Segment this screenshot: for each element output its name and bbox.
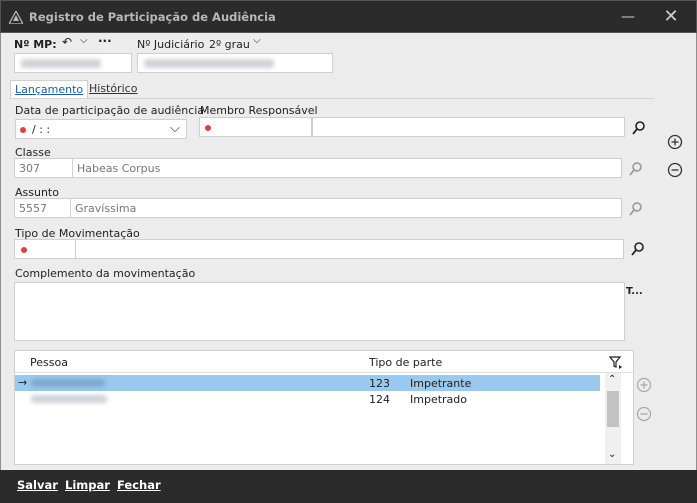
data-label: Data de participação de audiência <box>15 104 205 117</box>
undo-icon[interactable]: ↶ <box>62 35 72 49</box>
judiciario-label: Nº Judiciário <box>137 38 205 51</box>
add-circle-icon[interactable] <box>667 134 683 150</box>
scroll-down-icon[interactable]: ⌄ <box>608 449 616 460</box>
col-header-pessoa[interactable]: Pessoa <box>30 356 68 369</box>
row-tipo: Impetrado <box>410 393 467 406</box>
fechar-button[interactable]: Fechar <box>117 478 161 492</box>
grau-label: 2º grau <box>209 38 250 51</box>
table-row[interactable]: → 123 Impetrante <box>15 375 600 391</box>
grau-dropdown-icon[interactable]: ⌵ <box>253 35 261 46</box>
text-format-button[interactable]: T... <box>626 286 643 297</box>
complemento-textarea[interactable] <box>14 282 625 341</box>
search-membro-icon[interactable] <box>631 120 647 136</box>
filter-icon[interactable] <box>609 355 623 369</box>
mp-label: Nº MP: <box>14 38 57 51</box>
classe-code-field: 307 <box>14 158 73 178</box>
tab-historico[interactable]: Histórico <box>85 80 141 98</box>
grid-header: Pessoa Tipo de parte <box>15 351 633 373</box>
complemento-label: Complemento da movimentação <box>15 267 196 280</box>
assunto-name-field: Gravíssima <box>70 198 622 218</box>
judiciario-number-field[interactable] <box>137 53 333 73</box>
search-tipo-movimentacao-icon[interactable] <box>630 241 646 257</box>
salvar-button[interactable]: Salvar <box>17 478 58 492</box>
remove-parte-icon[interactable] <box>636 406 652 422</box>
partes-grid: Pessoa Tipo de parte → 123 Impetrante 12… <box>14 350 634 465</box>
remove-circle-icon[interactable] <box>667 162 683 178</box>
row-code: 124 <box>369 393 390 406</box>
row-pointer-icon: → <box>18 376 28 389</box>
chevron-down-icon[interactable]: ⌵ <box>80 35 88 46</box>
window-title: Registro de Participação de Audiência <box>29 10 276 24</box>
membro-name-field[interactable] <box>312 117 625 137</box>
search-assunto-icon[interactable] <box>628 201 644 217</box>
data-participacao-field[interactable]: / : : ⌵ <box>15 119 187 139</box>
grid-scrollbar[interactable]: ⌃ ⌄ <box>605 373 621 464</box>
title-bar: Registro de Participação de Audiência — … <box>0 0 697 33</box>
date-dropdown-chevron-icon[interactable]: ⌵ <box>170 121 180 136</box>
scroll-thumb[interactable] <box>607 391 619 427</box>
tipo-movimentacao-code-field[interactable] <box>14 239 76 259</box>
tipo-movimentacao-name-field[interactable] <box>75 239 624 259</box>
add-parte-icon[interactable] <box>636 377 652 393</box>
app-logo-icon <box>9 11 23 24</box>
scroll-up-icon[interactable]: ⌃ <box>608 374 616 385</box>
minimize-button[interactable]: — <box>619 9 637 25</box>
tab-lancamento[interactable]: Lançamento <box>10 80 89 98</box>
close-window-button[interactable]: ✕ <box>661 7 681 27</box>
membro-label: Membro Responsável <box>200 104 318 117</box>
membro-code-field[interactable] <box>199 117 312 137</box>
table-row[interactable]: 124 Impetrado <box>15 391 600 407</box>
limpar-button[interactable]: Limpar <box>65 478 110 492</box>
mp-number-field[interactable] <box>14 53 132 73</box>
classe-name-field: Habeas Corpus <box>72 158 622 178</box>
search-classe-icon[interactable] <box>628 161 644 177</box>
col-header-tipo-parte[interactable]: Tipo de parte <box>369 356 442 369</box>
more-options-icon[interactable]: ··· <box>98 34 112 48</box>
assunto-code-field: 5557 <box>14 198 71 218</box>
footer-toolbar: Salvar Limpar Fechar <box>0 470 697 503</box>
row-code: 123 <box>369 377 390 390</box>
row-tipo: Impetrante <box>410 377 472 390</box>
